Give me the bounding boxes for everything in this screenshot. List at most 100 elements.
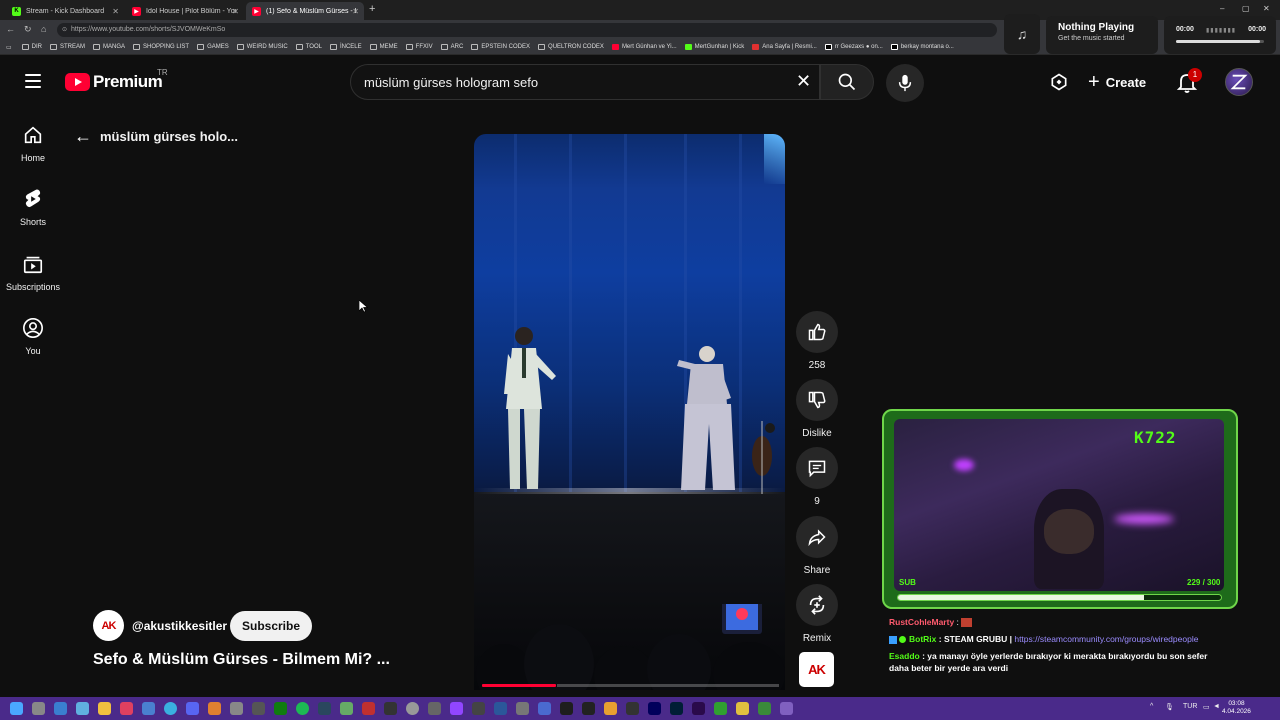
word-icon[interactable]: [494, 702, 507, 715]
xbox-icon[interactable]: [274, 702, 287, 715]
now-playing-panel[interactable]: Nothing Playing Get the music started: [1046, 16, 1158, 54]
create-button[interactable]: + Create: [1084, 69, 1156, 95]
app-icon[interactable]: [736, 702, 749, 715]
bookmark-item[interactable]: QUELTRON CODEX: [538, 44, 604, 50]
twitch-icon[interactable]: [450, 702, 463, 715]
photoshop-icon[interactable]: [670, 702, 683, 715]
bookmark-item[interactable]: MANGA: [93, 44, 125, 50]
clear-search-icon[interactable]: ✕: [796, 71, 811, 92]
bookmark-item[interactable]: İNCELE: [329, 44, 362, 50]
bookmark-item[interactable]: MEME: [369, 44, 398, 50]
sidebar-item-you[interactable]: You: [0, 317, 66, 356]
shorts-video-player[interactable]: [474, 134, 785, 690]
sidebar-item-subscriptions[interactable]: Subscriptions: [0, 253, 66, 292]
bookmark-item[interactable]: ARC: [440, 44, 463, 50]
chat-link[interactable]: https://steamcommunity.com/groups/wiredp…: [1014, 634, 1198, 644]
volume-icon[interactable]: ◄: [1213, 703, 1220, 710]
bookmark-item[interactable]: TOOL: [295, 44, 322, 50]
url-field[interactable]: ⊙ https://www.youtube.com/shorts/SJVOMWe…: [57, 23, 997, 37]
bookmark-item[interactable]: STREAM: [50, 44, 85, 50]
new-tab-button[interactable]: +: [369, 3, 375, 15]
bookmark-item[interactable]: Mert Günhan ve Yi...: [611, 44, 677, 50]
app-icon[interactable]: [120, 702, 133, 715]
app-icon[interactable]: [582, 702, 595, 715]
app-icon[interactable]: [604, 702, 617, 715]
system-clock[interactable]: 03:08 4.04.2026: [1222, 700, 1251, 716]
reload-icon[interactable]: ↻: [24, 24, 32, 35]
share-button[interactable]: Share: [795, 516, 839, 576]
maximize-icon[interactable]: ▢: [1242, 4, 1250, 13]
tab-idol-house[interactable]: ▶ Idol House | Pilot Bölüm - YouTube ✕: [126, 2, 244, 20]
browser-icon[interactable]: [164, 702, 177, 715]
app-icon[interactable]: [208, 702, 221, 715]
close-icon[interactable]: ✕: [232, 7, 239, 16]
app-icon[interactable]: [758, 702, 771, 715]
app-icon[interactable]: [54, 702, 67, 715]
app-icon[interactable]: [626, 702, 639, 715]
bookmark-item[interactable]: FFXIV: [405, 44, 433, 50]
app-icon[interactable]: [384, 702, 397, 715]
bookmark-item[interactable]: berkay montana o...: [890, 44, 954, 50]
subscribe-button[interactable]: Subscribe: [230, 611, 312, 641]
bookmark-item[interactable]: rr Geezaxs ● on...: [824, 44, 883, 50]
back-nav-icon[interactable]: ←: [6, 24, 15, 34]
app-icon[interactable]: [362, 702, 375, 715]
gemini-icon[interactable]: [1049, 72, 1069, 92]
language-indicator[interactable]: TUR: [1183, 703, 1197, 710]
sidebar-item-shorts[interactable]: Shorts: [0, 188, 66, 227]
bookmark-item[interactable]: GAMES: [197, 44, 229, 50]
back-arrow-icon[interactable]: ←: [74, 126, 92, 147]
account-avatar[interactable]: [1225, 68, 1253, 96]
video-title[interactable]: Sefo & Müslüm Gürses - Bilmem Mi? ...: [93, 651, 390, 669]
bookmark-item[interactable]: WEIRD MUSIC: [236, 44, 288, 50]
channel-thumbnail[interactable]: AK: [799, 652, 834, 687]
tab-kick-dashboard[interactable]: K Stream - Kick Dashboard ✕: [6, 2, 124, 20]
channel-avatar[interactable]: AK: [93, 610, 124, 641]
app-icon[interactable]: [472, 702, 485, 715]
tray-chevron-icon[interactable]: ^: [1150, 703, 1153, 710]
home-nav-icon[interactable]: ⌂: [41, 24, 46, 34]
app-icon[interactable]: [230, 702, 243, 715]
app-icon[interactable]: [714, 702, 727, 715]
bookmark-item[interactable]: SHOPPING LIST: [133, 44, 189, 50]
music-note-icon[interactable]: ♫: [1004, 14, 1040, 54]
app-icon[interactable]: [560, 702, 573, 715]
youtube-premium-logo[interactable]: Premium: [65, 72, 163, 92]
app-icon[interactable]: [340, 702, 353, 715]
app-icon[interactable]: [538, 702, 551, 715]
app-icon[interactable]: [428, 702, 441, 715]
bookmark-item[interactable]: Ana Sayfa | Resmi...: [752, 44, 817, 50]
like-button[interactable]: 258: [795, 311, 839, 371]
bookmark-item[interactable]: DIR: [21, 44, 42, 50]
file-explorer-icon[interactable]: [98, 702, 111, 715]
bookmark-item[interactable]: EPSTEIN CODEX: [471, 44, 530, 50]
music-progress-bar[interactable]: [1176, 40, 1264, 43]
minimize-icon[interactable]: –: [1220, 4, 1224, 13]
search-input[interactable]: müslüm gürses hologram sefo ✕: [350, 64, 820, 100]
sidebar-item-home[interactable]: Home: [0, 124, 66, 163]
steam-icon[interactable]: [318, 702, 331, 715]
app-icon[interactable]: [142, 702, 155, 715]
microphone-tray-icon[interactable]: 🎙: [1165, 703, 1174, 711]
close-icon[interactable]: ✕: [352, 7, 359, 16]
comments-button[interactable]: 9: [795, 447, 839, 507]
task-view-icon[interactable]: [32, 702, 45, 715]
site-info-icon[interactable]: ⊙: [62, 23, 67, 37]
start-icon[interactable]: [10, 702, 23, 715]
voice-search-button[interactable]: [886, 64, 924, 102]
app-icon[interactable]: [780, 702, 793, 715]
app-icon[interactable]: [516, 702, 529, 715]
close-icon[interactable]: ✕: [112, 7, 119, 16]
dislike-button[interactable]: Dislike: [795, 379, 839, 439]
premiere-icon[interactable]: [692, 702, 705, 715]
video-progress-track[interactable]: [557, 684, 779, 687]
channel-handle[interactable]: @akustikkesitler: [132, 619, 227, 633]
app-icon[interactable]: [252, 702, 265, 715]
tab-sefo-muslum[interactable]: ▶ (1) Sefo & Müslüm Gürses - B ✕: [246, 2, 364, 20]
menu-icon[interactable]: [25, 74, 41, 88]
app-icon[interactable]: [406, 702, 419, 715]
remix-button[interactable]: Remix: [795, 584, 839, 644]
close-window-icon[interactable]: ✕: [1263, 4, 1270, 13]
search-button[interactable]: [820, 64, 874, 100]
network-icon[interactable]: ▭: [1203, 703, 1210, 711]
